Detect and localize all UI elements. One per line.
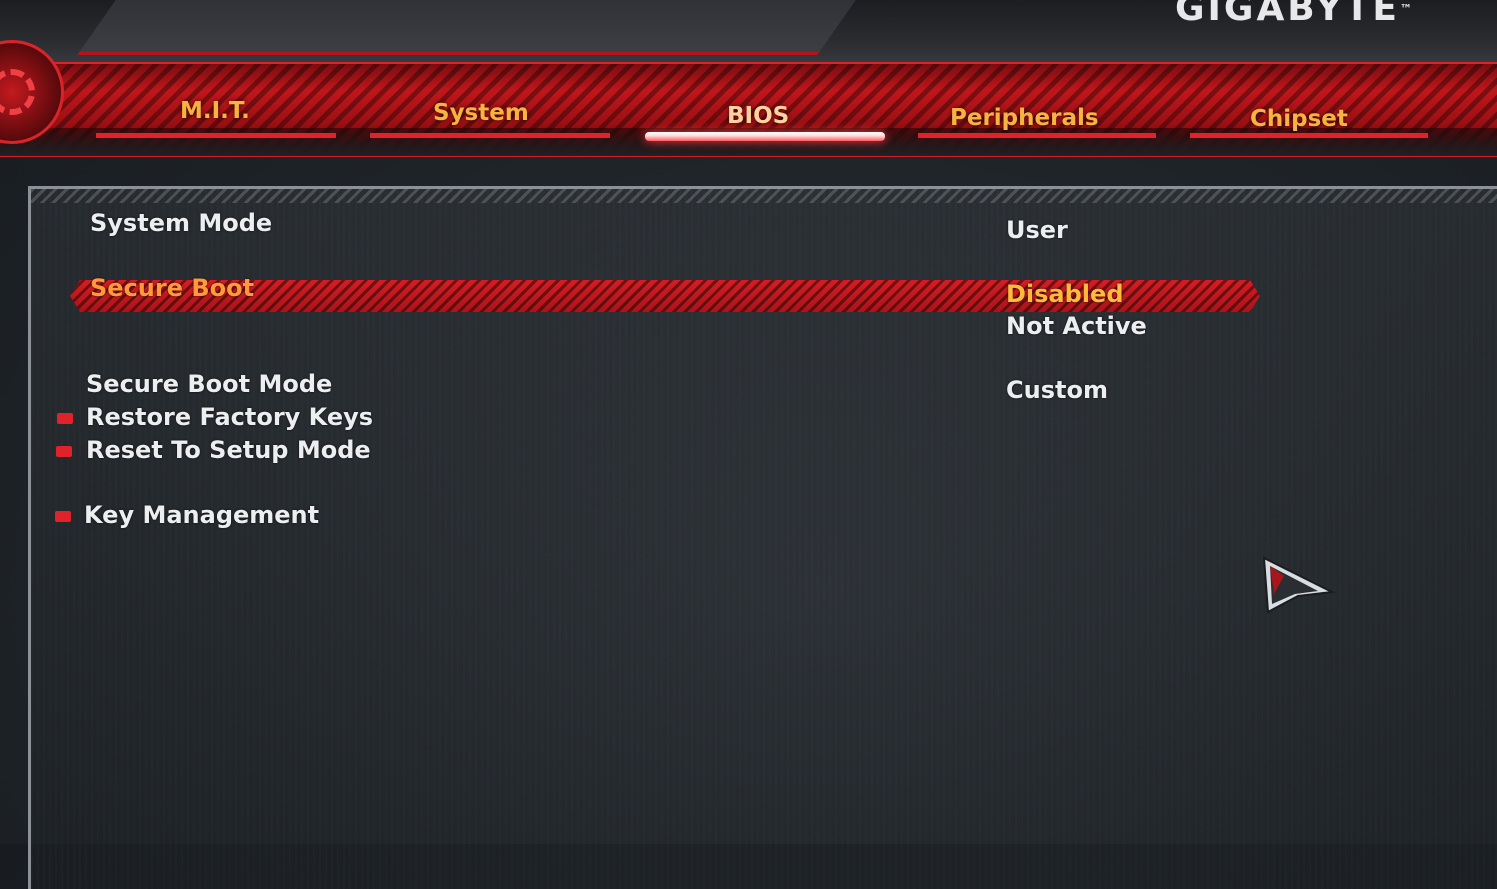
- system-mode-label: System Mode: [90, 209, 273, 237]
- tab-underline-chipset: [1190, 133, 1428, 138]
- tab-underline-peripherals: [918, 133, 1156, 138]
- tab-active-indicator: [645, 132, 885, 141]
- submenu-marker-icon: [55, 511, 71, 522]
- tab-system[interactable]: System: [433, 100, 529, 126]
- secure-boot-value[interactable]: Disabled: [1006, 280, 1124, 308]
- tab-peripherals[interactable]: Peripherals: [950, 105, 1099, 131]
- brand-logo: GIGABYTE™: [1175, 0, 1415, 29]
- secure-boot-label[interactable]: Secure Boot: [90, 274, 254, 302]
- tab-underline-mit: [96, 133, 336, 138]
- secure-boot-mode-value[interactable]: Custom: [1006, 376, 1108, 404]
- reset-to-setup-mode-item[interactable]: Reset To Setup Mode: [86, 436, 371, 464]
- mouse-pointer-icon: [1262, 556, 1336, 614]
- submenu-marker-icon: [56, 446, 72, 457]
- key-management-item[interactable]: Key Management: [84, 501, 319, 529]
- header-decoration: [77, 0, 863, 55]
- submenu-marker-icon: [57, 413, 73, 424]
- secure-boot-mode-label[interactable]: Secure Boot Mode: [86, 370, 332, 398]
- restore-factory-keys-item[interactable]: Restore Factory Keys: [86, 403, 373, 431]
- secure-boot-status: Not Active: [1006, 312, 1147, 340]
- tab-bios[interactable]: BIOS: [727, 103, 789, 129]
- panel-top-hatch: [31, 189, 1497, 203]
- trademark-mark: ™: [1400, 2, 1415, 16]
- tab-chipset[interactable]: Chipset: [1250, 106, 1348, 132]
- tab-underline-system: [370, 133, 610, 138]
- gear-icon-inner: [0, 69, 35, 115]
- brand-logo-text: GIGABYTE: [1174, 0, 1400, 29]
- tab-mit[interactable]: M.I.T.: [180, 98, 250, 124]
- system-mode-value: User: [1006, 216, 1068, 244]
